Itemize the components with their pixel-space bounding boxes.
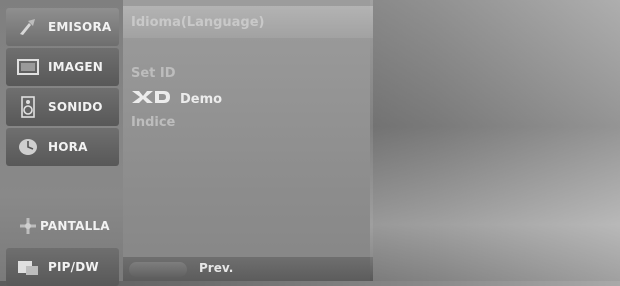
screen-adjust-icon [16, 216, 40, 236]
menu-item-pip-dw[interactable]: PIP/DW [6, 248, 119, 286]
menu-item-pantalla[interactable]: PANTALLA [6, 207, 119, 245]
menu-item-label: SONIDO [48, 100, 103, 114]
submenu-footer: Prev. [123, 257, 373, 281]
menu-item-hora[interactable]: HORA [6, 128, 119, 166]
main-menu: EMISORA IMAGEN SONIDO HORA PANTALLA PIP/… [0, 0, 123, 286]
menu-item-label: PIP/DW [48, 260, 99, 274]
submenu-item-label: Demo [180, 91, 223, 107]
speaker-icon [16, 96, 40, 118]
submenu-panel: Idioma(Language) Set ID Demo Indice Prev… [123, 0, 373, 281]
menu-item-sonido[interactable]: SONIDO [6, 88, 119, 126]
prev-label: Prev. [199, 261, 234, 275]
menu-item-label: EMISORA [48, 20, 112, 34]
clock-icon [16, 137, 40, 157]
submenu-item-set-id[interactable]: Set ID [131, 66, 176, 81]
tv-screen: EMISORA IMAGEN SONIDO HORA PANTALLA PIP/… [0, 0, 620, 286]
menu-item-imagen[interactable]: IMAGEN [6, 48, 119, 86]
menu-item-label: IMAGEN [48, 60, 103, 74]
menu-item-label: PANTALLA [40, 219, 110, 233]
menu-item-emisora[interactable]: EMISORA [6, 8, 119, 46]
xd-logo-icon [131, 90, 171, 108]
antenna-icon [16, 17, 40, 37]
prev-button-icon[interactable] [129, 262, 187, 277]
submenu-item-demo[interactable]: Demo [131, 90, 222, 108]
menu-item-label: HORA [48, 140, 88, 154]
monitor-icon [16, 57, 40, 77]
pip-icon [16, 257, 40, 277]
submenu-item-indice[interactable]: Indice [131, 115, 175, 130]
submenu-item-idioma[interactable]: Idioma(Language) [131, 15, 265, 30]
